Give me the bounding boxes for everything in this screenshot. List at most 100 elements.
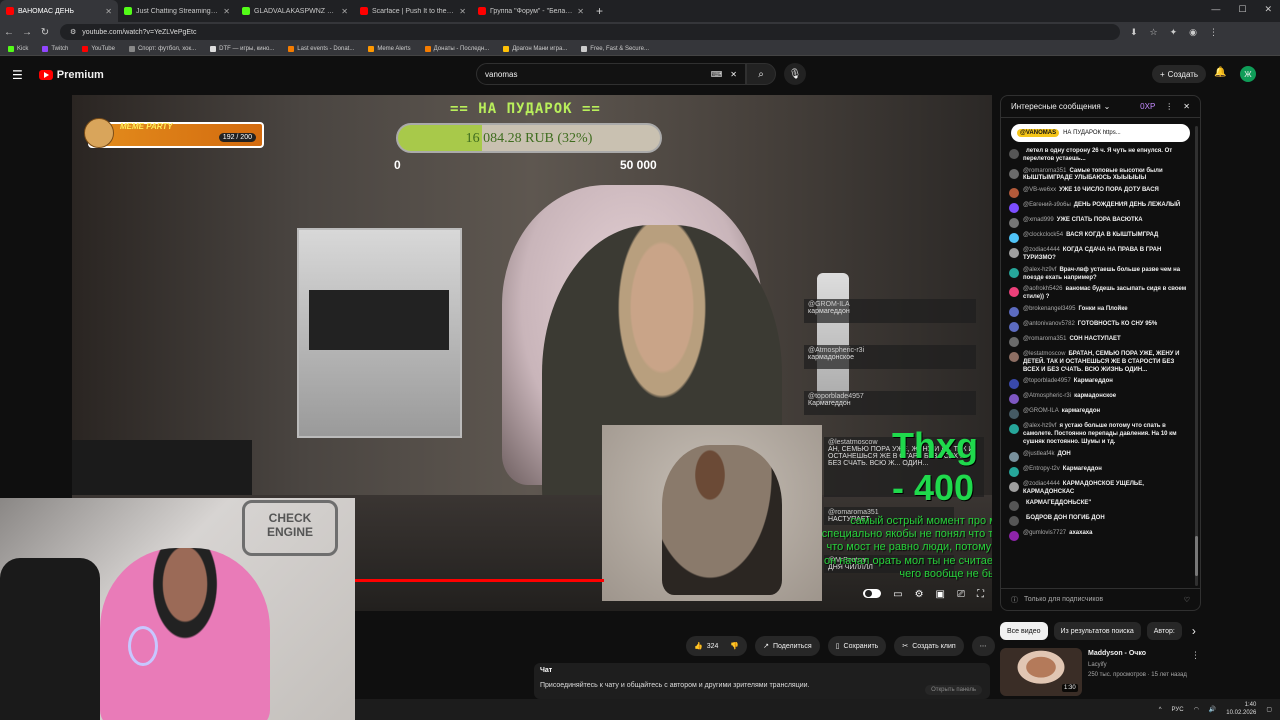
chat-avatar[interactable] [1009,267,1019,278]
reload-icon[interactable]: ↻ [36,27,54,38]
bookmark-item[interactable]: Last events - Donat... [288,45,354,52]
open-chat-panel-button[interactable]: Открыть панель [925,685,982,695]
extensions-icon[interactable]: ✦ [1170,27,1178,38]
chat-username[interactable]: @justleaf4k [1023,451,1054,457]
chat-username[interactable]: @Евгений-з9о6ы [1023,202,1071,208]
recommended-more-icon[interactable]: ⋮ [1191,650,1200,661]
tab-close-icon[interactable]: ✕ [223,7,230,16]
tab-close-icon[interactable]: ✕ [341,7,348,16]
tab-close-icon[interactable]: ✕ [459,7,466,16]
chat-avatar[interactable] [1009,248,1019,259]
search-input[interactable]: vanomas ⌨ ✕ [476,63,746,85]
chat-message[interactable]: @Entropy-t2v Кармагеддон [1009,466,1192,477]
bookmark-item[interactable]: Twitch [42,45,68,52]
browser-tab[interactable]: ВАНОМАС ДЕНЬ ✕ [0,0,118,22]
chat-avatar[interactable] [1009,516,1019,527]
chat-message[interactable]: @toporblade4957 Кармагеддон [1009,378,1192,390]
chat-message[interactable]: @Евгений-з9о6ы ДЕНЬ РОЖДЕНИЯ ДЕНЬ ЛЕЖАЛЫЙ [1009,202,1192,214]
chat-close-icon[interactable]: ✕ [1183,102,1190,111]
chat-avatar[interactable] [1009,306,1019,317]
browser-tab[interactable]: Scarface | Push It to the Limit ✕ [354,0,472,22]
cast-icon[interactable]: ⎚ [957,589,965,600]
chat-username[interactable]: @clockclock54 [1023,232,1063,238]
site-info-icon[interactable]: ⚙ [70,28,76,36]
chat-username[interactable]: @romaroma351 [1023,336,1066,342]
chat-message[interactable]: @VB-we6xx УЖЕ 10 ЧИСЛО ПОРА ДОТУ ВАСЯ [1009,187,1192,199]
clip-button[interactable]: ✂ Создать клип [894,636,964,656]
bookmark-item[interactable]: Meme Alerts [368,45,411,52]
close-window-icon[interactable]: ✕ [1264,4,1272,15]
wifi-icon[interactable]: ◠ [1194,706,1199,713]
chat-username[interactable]: @brokenangel3495 [1023,306,1075,312]
more-actions-button[interactable]: ⋯ [971,636,995,656]
chat-avatar[interactable] [1009,424,1019,435]
minimize-icon[interactable]: — [1211,4,1220,15]
chat-avatar[interactable] [1009,321,1019,332]
chat-username[interactable]: @zodiac4444 [1023,481,1060,487]
chat-username[interactable]: @xmad999 [1023,217,1054,223]
chat-avatar[interactable] [1009,218,1019,229]
recommended-title[interactable]: Maddyson - Очко [1088,650,1146,657]
chat-message[interactable]: @zodiac4444 КОГДА СДАЧА НА ПРАВА В ГРАН Т… [1009,247,1192,263]
input-language[interactable]: РУС [1172,707,1184,713]
pinned-message[interactable]: @VANOMAS НА ПУДАРОК https... [1011,124,1190,142]
bookmark-item[interactable]: Free, Fast & Secure... [581,45,649,52]
filter-chip[interactable]: Все видео [1000,622,1048,640]
chat-avatar[interactable] [1009,501,1019,512]
like-button[interactable]: 👍 324 👎 [686,636,748,656]
chat-message[interactable]: БОДРОВ ДОН ПОГИБ ДОН [1009,515,1192,527]
keyboard-icon[interactable]: ⌨ [711,70,723,79]
browser-tab[interactable]: Just Chatting Streaming - Live ✕ [118,0,236,22]
chat-more-icon[interactable]: ⋮ [1165,102,1173,111]
forward-icon[interactable]: → [18,27,36,38]
browser-tab[interactable]: GLADVALAKASPWNZ Stream ✕ [236,0,354,22]
chips-next-icon[interactable]: › [1192,624,1196,638]
browser-tab[interactable]: Группа "Форум" - "Белая ночь" ✕ [472,0,590,22]
notifications-bell-icon[interactable]: 🔔 [1214,67,1226,78]
chat-message[interactable]: @Atmospheric-r3i кармадонское [1009,393,1192,405]
chat-avatar[interactable] [1009,451,1019,462]
install-icon[interactable]: ⬇ [1130,27,1138,38]
clear-search-icon[interactable]: ✕ [730,70,737,79]
chat-username[interactable]: @Entropy-t2v [1023,466,1060,472]
bookmark-item[interactable]: Донаты - Последн... [424,45,489,52]
filter-chip[interactable]: Из результатов поиска [1053,622,1141,640]
chat-avatar[interactable] [1009,149,1019,159]
youtube-logo[interactable]: Premium [38,69,104,81]
chat-username[interactable]: @alex-hz9vf [1023,267,1056,273]
create-button[interactable]: + Создать [1152,65,1207,83]
chat-message[interactable]: @romaroma351 СОН НАСТУПАЕТ [1009,336,1192,347]
chat-username[interactable]: @gumlovis7727 [1023,530,1066,536]
thumbs-down-icon[interactable]: 👎 [730,642,739,650]
share-button[interactable]: ↗ Поделиться [755,636,820,656]
chat-message[interactable]: @xmad999 УЖЕ СПАТЬ ПОРА ВАСЮТКА [1009,217,1192,229]
chat-avatar[interactable] [1009,466,1019,477]
chat-username[interactable]: @aofrokh5426 [1023,286,1062,292]
maximize-icon[interactable]: ☐ [1238,4,1246,15]
bookmark-item[interactable]: YouTube [82,45,115,52]
chat-avatar[interactable] [1009,233,1019,244]
account-avatar[interactable]: Ж [1240,66,1256,82]
chat-username[interactable]: @GROM-ILA [1023,408,1059,414]
chat-avatar[interactable] [1009,336,1019,347]
back-icon[interactable]: ← [0,27,18,38]
volume-icon[interactable]: 🔊 [1209,706,1216,713]
chat-avatar[interactable] [1009,203,1019,214]
chat-avatar[interactable] [1009,168,1019,179]
bookmark-item[interactable]: Спорт: футбол, хок... [128,45,196,52]
chat-username[interactable]: @lestatmoscow [1023,351,1065,357]
chat-message[interactable]: @alex-hz9vf Врач-лвф устаешь больше разве… [1009,267,1192,283]
info-icon[interactable]: ⓘ [1011,595,1018,605]
chat-avatar[interactable] [1009,481,1019,492]
recommended-channel[interactable]: Lacyify [1088,662,1107,668]
voice-search-button[interactable]: 🎙 [784,63,806,85]
profile-icon[interactable]: ◉ [1189,27,1197,38]
heart-icon[interactable]: ♡ [1184,596,1190,604]
chat-message[interactable]: @romaroma351 Самые топовые высотки были К… [1009,168,1192,184]
chat-avatar[interactable] [1009,188,1019,199]
tab-close-icon[interactable]: ✕ [105,7,112,16]
chat-message[interactable]: @lestatmoscow БРАТАН, СЕМЬЮ ПОРА УЖЕ, ЖЕН… [1009,351,1192,374]
chat-avatar[interactable] [1009,531,1019,542]
hamburger-icon[interactable]: ☰ [12,68,23,82]
notifications-icon[interactable]: ▢ [1266,706,1272,713]
